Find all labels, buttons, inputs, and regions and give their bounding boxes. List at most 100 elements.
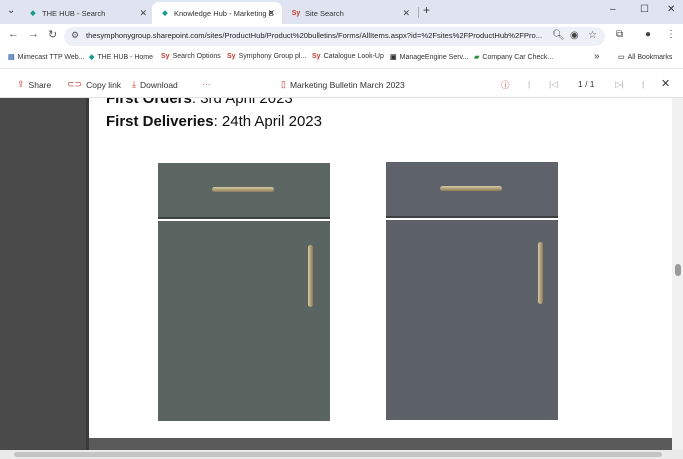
- bookmark-label: Catalogue Look-Up: [323, 53, 384, 60]
- eye-icon[interactable]: ◉: [570, 30, 579, 41]
- first-orders-value: : 3rd April 2023: [191, 98, 293, 107]
- bookmark-star-icon[interactable]: ☆: [588, 30, 597, 41]
- forward-icon[interactable]: →: [28, 28, 39, 40]
- page-indicator: 1 / 1: [578, 79, 595, 89]
- pdf-viewer: First Orders: 3rd April 2023 First Deliv…: [0, 98, 683, 450]
- bookmark-label: Symphony Group pl...: [238, 53, 307, 60]
- bookmark-label: Mimecast TTP Web...: [17, 53, 85, 61]
- pdf-file-icon: ▯: [281, 79, 286, 89]
- more-options-button[interactable]: ···: [202, 79, 211, 89]
- reload-icon[interactable]: ↻: [48, 28, 57, 41]
- copy-link-label: Copy link: [86, 79, 122, 90]
- symphony-icon: Sy: [227, 53, 236, 60]
- site-info-icon[interactable]: ⚙: [71, 30, 79, 41]
- symphony-icon: Sy: [291, 9, 301, 17]
- info-icon[interactable]: ⓘ: [501, 79, 510, 91]
- door-front: [386, 220, 558, 420]
- folder-icon: ▭: [618, 54, 625, 61]
- bookmark-catalogue-look-up[interactable]: Sy Catalogue Look-Up: [312, 53, 384, 60]
- first-page-icon[interactable]: |◁: [549, 79, 558, 90]
- bookmark-mimecast[interactable]: ▤ Mimecast TTP Web...: [8, 53, 85, 62]
- drawer-handle: [212, 187, 274, 192]
- hub-icon: ◆: [162, 10, 168, 17]
- scrollbar-thumb[interactable]: [675, 264, 681, 276]
- tab-title: Knowledge Hub - Marketing B: [174, 8, 274, 18]
- close-tab-icon[interactable]: ✕: [139, 8, 147, 19]
- share-button[interactable]: ⇪ Share: [17, 79, 51, 90]
- tab-the-hub-search[interactable]: ◆ THE HUB - Search ✕: [20, 2, 154, 24]
- document-title: ▯ Marketing Bulletin March 2023: [281, 79, 405, 90]
- symphony-icon: Sy: [312, 53, 321, 60]
- hub-icon: ◆: [89, 54, 95, 61]
- separator: |: [528, 79, 531, 89]
- back-icon[interactable]: ←: [8, 28, 19, 40]
- link-icon: ⊂⊃: [67, 79, 83, 89]
- tab-search-menu-icon[interactable]: ⌄: [7, 5, 15, 16]
- tab-knowledge-hub[interactable]: ◆ Knowledge Hub - Marketing B ✕: [152, 2, 282, 24]
- share-label: Share: [28, 79, 52, 90]
- url-text: thesymphonygroup.sharepoint.com/sites/Pr…: [86, 31, 543, 40]
- pdf-page: First Orders: 3rd April 2023 First Deliv…: [89, 98, 672, 438]
- bookmark-label: Search Options: [172, 53, 221, 60]
- address-bar[interactable]: ⚙ thesymphonygroup.sharepoint.com/sites/…: [64, 27, 605, 46]
- close-window-button[interactable]: ✕: [667, 4, 675, 15]
- share-icon: ⇪: [17, 79, 25, 89]
- all-bookmarks-button[interactable]: ▭ All Bookmarks: [618, 53, 673, 62]
- door-handle: [538, 242, 543, 304]
- bookmark-search-options[interactable]: Sy Search Options: [161, 53, 221, 60]
- bookmark-the-hub-home[interactable]: ◆ THE HUB - Home: [89, 53, 154, 62]
- minimize-button[interactable]: –: [610, 4, 616, 15]
- bookmark-manageengine[interactable]: ▣ ManageEngine Serv...: [390, 53, 469, 62]
- vertical-scrollbar[interactable]: [672, 98, 683, 450]
- download-button[interactable]: ⤓ Download: [132, 79, 178, 90]
- tab-site-search[interactable]: Sy Site Search ✕: [283, 2, 417, 24]
- horizontal-scrollbar[interactable]: [0, 450, 683, 459]
- close-viewer-icon[interactable]: ✕: [661, 77, 670, 90]
- more-bookmarks-button[interactable]: »: [594, 51, 600, 62]
- symphony-icon: Sy: [161, 53, 170, 60]
- download-label: Download: [139, 79, 178, 90]
- maximize-button[interactable]: ☐: [640, 4, 649, 15]
- door-image-left: [158, 163, 330, 421]
- door-front: [158, 221, 330, 421]
- manageengine-icon: ▣: [390, 54, 397, 61]
- bookmark-symphony-group[interactable]: Sy Symphony Group pl...: [227, 53, 306, 60]
- viewer-side-panel: [0, 98, 89, 450]
- hub-icon: ◆: [30, 10, 36, 17]
- tab-title: THE HUB - Search: [42, 8, 106, 18]
- separator: |: [642, 79, 645, 89]
- door-handle: [308, 245, 313, 307]
- pdf-viewer-toolbar: ⇪ Share ⊂⊃ Copy link ⤓ Download ··· ▯ Ma…: [0, 68, 683, 98]
- browser-toolbar: ← → ↻ ⚙ thesymphonygroup.sharepoint.com/…: [0, 24, 683, 49]
- close-tab-icon[interactable]: ✕: [402, 8, 410, 19]
- profile-avatar-icon[interactable]: ●: [645, 29, 651, 40]
- first-orders-label: First Orders: [106, 98, 192, 107]
- horizontal-scrollbar-thumb[interactable]: [14, 452, 662, 457]
- chrome-menu-icon[interactable]: ⋮: [666, 29, 676, 40]
- last-page-icon[interactable]: ▷|: [615, 79, 624, 90]
- page-gap: [89, 438, 672, 450]
- bookmark-label: Company Car Check...: [482, 53, 554, 61]
- zoom-icon[interactable]: 🔍︎: [552, 30, 565, 41]
- bookmark-company-car-check[interactable]: ▰ Company Car Check...: [474, 53, 554, 62]
- extensions-icon[interactable]: ⧉: [616, 29, 623, 40]
- first-deliveries-label: First Deliveries: [106, 113, 214, 130]
- mimecast-icon: ▤: [8, 54, 15, 61]
- close-tab-icon[interactable]: ✕: [267, 8, 275, 19]
- download-icon: ⤓: [132, 79, 136, 89]
- car-icon: ▰: [474, 54, 480, 61]
- bookmark-label: THE HUB - Home: [97, 53, 154, 61]
- door-image-right: [386, 162, 558, 420]
- copy-link-button[interactable]: ⊂⊃ Copy link: [67, 79, 121, 90]
- document-title-label: Marketing Bulletin March 2023: [289, 79, 405, 90]
- first-orders-line: First Orders: 3rd April 2023: [106, 98, 293, 107]
- all-bookmarks-label: All Bookmarks: [627, 53, 673, 61]
- first-deliveries-value: : 24th April 2023: [213, 113, 322, 130]
- bookmark-label: ManageEngine Serv...: [399, 53, 469, 61]
- tab-divider: [418, 7, 419, 18]
- new-tab-button[interactable]: +: [423, 3, 430, 17]
- drawer-handle: [440, 186, 502, 191]
- tab-title: Site Search: [305, 8, 344, 18]
- first-deliveries-line: First Deliveries: 24th April 2023: [106, 113, 322, 130]
- bookmarks-bar: ▤ Mimecast TTP Web... ◆ THE HUB - Home S…: [0, 49, 683, 68]
